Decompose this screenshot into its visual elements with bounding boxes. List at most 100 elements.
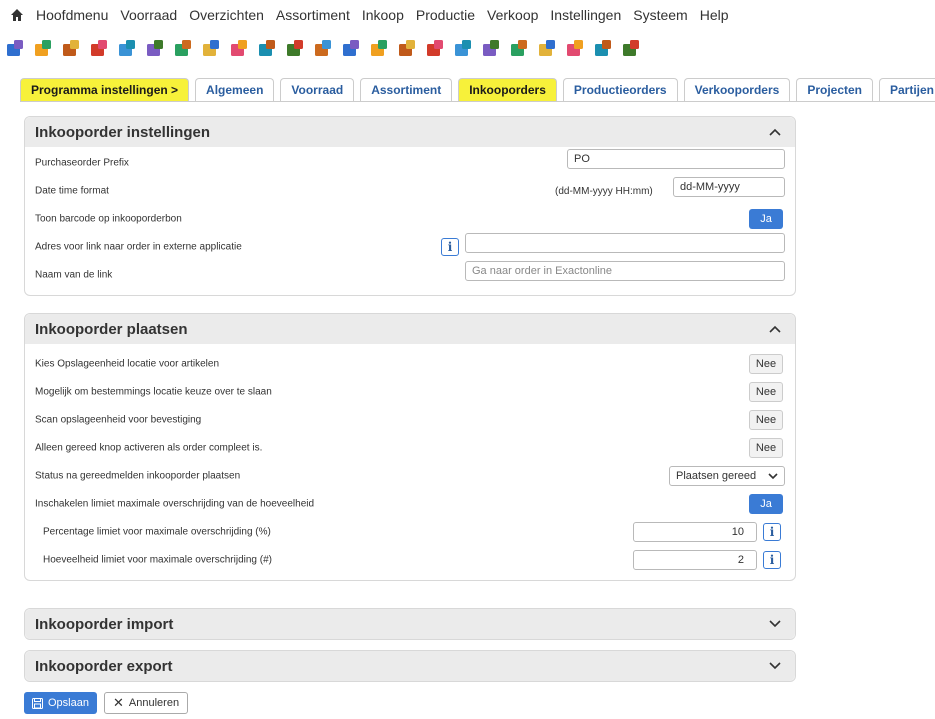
info-icon[interactable]: i (763, 523, 781, 541)
tab-projecten[interactable]: Projecten (796, 78, 873, 101)
row-barcode: Toon barcode op inkooporderbon Ja (25, 205, 795, 233)
panel-title: Inkooporder import (35, 615, 174, 633)
panel-header[interactable]: Inkooporder import (25, 609, 795, 639)
cancel-button[interactable]: ✕ Annuleren (104, 692, 189, 714)
row-link: Adres voor link naar order in externe ap… (25, 233, 795, 261)
folder-icon[interactable] (32, 37, 54, 59)
boxes-icon[interactable] (88, 37, 110, 59)
panel-inkooporder-instellingen: Inkooporder instellingen Purchaseorder P… (24, 116, 796, 296)
chevron-down-icon (768, 472, 778, 479)
barcode-toggle[interactable]: Ja (749, 209, 783, 229)
menu-systeem[interactable]: Systeem (627, 7, 693, 23)
row-percentage: Percentage limiet voor maximale overschr… (25, 518, 795, 546)
box-add-2-icon[interactable] (256, 37, 278, 59)
menu-inkoop[interactable]: Inkoop (356, 7, 410, 23)
box-check-icon[interactable] (340, 37, 362, 59)
box-up-icon[interactable] (508, 37, 530, 59)
row-datetime: Date time format (dd-MM-yyyy HH:mm) dd-M… (25, 177, 795, 205)
panel-inkooporder-export: Inkooporder export (24, 650, 796, 682)
menu-productie[interactable]: Productie (410, 7, 481, 23)
tab-divider (20, 101, 935, 102)
row-linkname: Naam van de link Ga naar order in Exacto… (25, 261, 795, 289)
phone-icon[interactable] (4, 37, 26, 59)
quantity-label: Hoeveelheid limiet voor maximale oversch… (43, 554, 272, 566)
menu-verkoop[interactable]: Verkoop (481, 7, 544, 23)
status-select-value: Plaatsen gereed (676, 470, 757, 482)
linkname-input[interactable]: Ga naar order in Exactonline (465, 261, 785, 281)
chevron-up-icon[interactable] (765, 122, 785, 142)
datetime-label: Date time format (35, 185, 109, 197)
scan-label: Scan opslageenheid voor bevestiging (35, 414, 202, 426)
box-send-icon[interactable] (424, 37, 446, 59)
info-icon[interactable]: i (763, 551, 781, 569)
home-icon[interactable] (4, 0, 30, 30)
tools-icon[interactable] (60, 37, 82, 59)
cancel-label: Annuleren (128, 697, 180, 709)
box-doc-2-icon[interactable] (452, 37, 474, 59)
panel-header[interactable]: Inkooporder export (25, 651, 795, 681)
menu-assortiment[interactable]: Assortiment (270, 7, 356, 23)
box-document-icon[interactable] (396, 37, 418, 59)
link-label: Adres voor link naar order in externe ap… (35, 241, 242, 253)
chevron-up-icon[interactable] (765, 319, 785, 339)
box-down-icon[interactable] (536, 37, 558, 59)
panel-title: Inkooporder plaatsen (35, 320, 188, 338)
panel-title: Inkooporder instellingen (35, 123, 211, 141)
close-icon: ✕ (113, 695, 124, 710)
datetime-input[interactable]: dd-MM-yyyy (673, 177, 785, 197)
status-label: Status na gereedmelden inkooporder plaat… (35, 470, 241, 482)
box-arrow-icon[interactable] (564, 37, 586, 59)
tab-algemeen[interactable]: Algemeen (195, 78, 275, 101)
menu-instellingen[interactable]: Instellingen (544, 7, 627, 23)
tab-productieorders[interactable]: Productieorders (562, 78, 678, 101)
grid-box-icon[interactable] (144, 37, 166, 59)
tab-inkooporders[interactable]: Inkooporders (458, 78, 557, 101)
row-prefix: Purchaseorder Prefix PO (25, 149, 795, 177)
barcode-label: Toon barcode op inkooporderbon (35, 213, 182, 225)
panel-inkooporder-plaatsen: Inkooporder plaatsen Kies Opslageenheid … (24, 313, 796, 581)
tab-verkooporders[interactable]: Verkooporders (683, 78, 791, 101)
panel-header[interactable]: Inkooporder instellingen (25, 117, 795, 147)
scan-toggle[interactable]: Nee (749, 410, 783, 430)
search-box-icon[interactable] (284, 37, 306, 59)
linkname-label: Naam van de link (35, 269, 113, 281)
row-skip: Mogelijk om bestemmings locatie keuze ov… (25, 378, 795, 406)
status-select[interactable]: Plaatsen gereed (669, 466, 785, 486)
tab-programma-instellingen[interactable]: Programma instellingen > (20, 78, 190, 101)
percentage-input[interactable]: 10 (633, 522, 757, 542)
limit-label: Inschakelen limiet maximale overschrijdi… (35, 498, 315, 510)
search-box-2-icon[interactable] (312, 37, 334, 59)
row-status: Status na gereedmelden inkooporder plaat… (25, 462, 795, 490)
skip-toggle[interactable]: Nee (749, 382, 783, 402)
chevron-down-icon[interactable] (765, 656, 785, 676)
menu-voorraad[interactable]: Voorraad (114, 7, 183, 23)
panel-header[interactable]: Inkooporder plaatsen (25, 314, 795, 344)
scanner-icon[interactable] (116, 37, 138, 59)
box-add-icon[interactable] (228, 37, 250, 59)
limit-toggle[interactable]: Ja (749, 494, 783, 514)
box-person-icon[interactable] (620, 37, 642, 59)
menu-hoofdmenu[interactable]: Hoofdmenu (30, 7, 114, 23)
box-refresh-icon[interactable] (368, 37, 390, 59)
tab-voorraad[interactable]: Voorraad (280, 78, 355, 101)
row-location: Kies Opslageenheid locatie voor artikele… (25, 350, 795, 378)
box-user-icon[interactable] (480, 37, 502, 59)
save-label: Opslaan (48, 697, 89, 709)
quantity-input[interactable]: 2 (633, 550, 757, 570)
complete-toggle[interactable]: Nee (749, 438, 783, 458)
tab-partijen[interactable]: Partijen (879, 78, 935, 101)
menu-overzichten[interactable]: Overzichten (183, 7, 270, 23)
info-icon[interactable]: i (441, 238, 459, 256)
tab-assortiment[interactable]: Assortiment (360, 78, 453, 101)
pallet-icon[interactable] (200, 37, 222, 59)
menu-help[interactable]: Help (694, 7, 735, 23)
link-input[interactable] (465, 233, 785, 253)
cube-icon[interactable] (172, 37, 194, 59)
chevron-down-icon[interactable] (765, 614, 785, 634)
prefix-input[interactable]: PO (567, 149, 785, 169)
save-button[interactable]: Opslaan (24, 692, 97, 714)
percentage-label: Percentage limiet voor maximale overschr… (43, 526, 271, 538)
panel-title: Inkooporder export (35, 657, 173, 675)
box-share-icon[interactable] (592, 37, 614, 59)
location-toggle[interactable]: Nee (749, 354, 783, 374)
